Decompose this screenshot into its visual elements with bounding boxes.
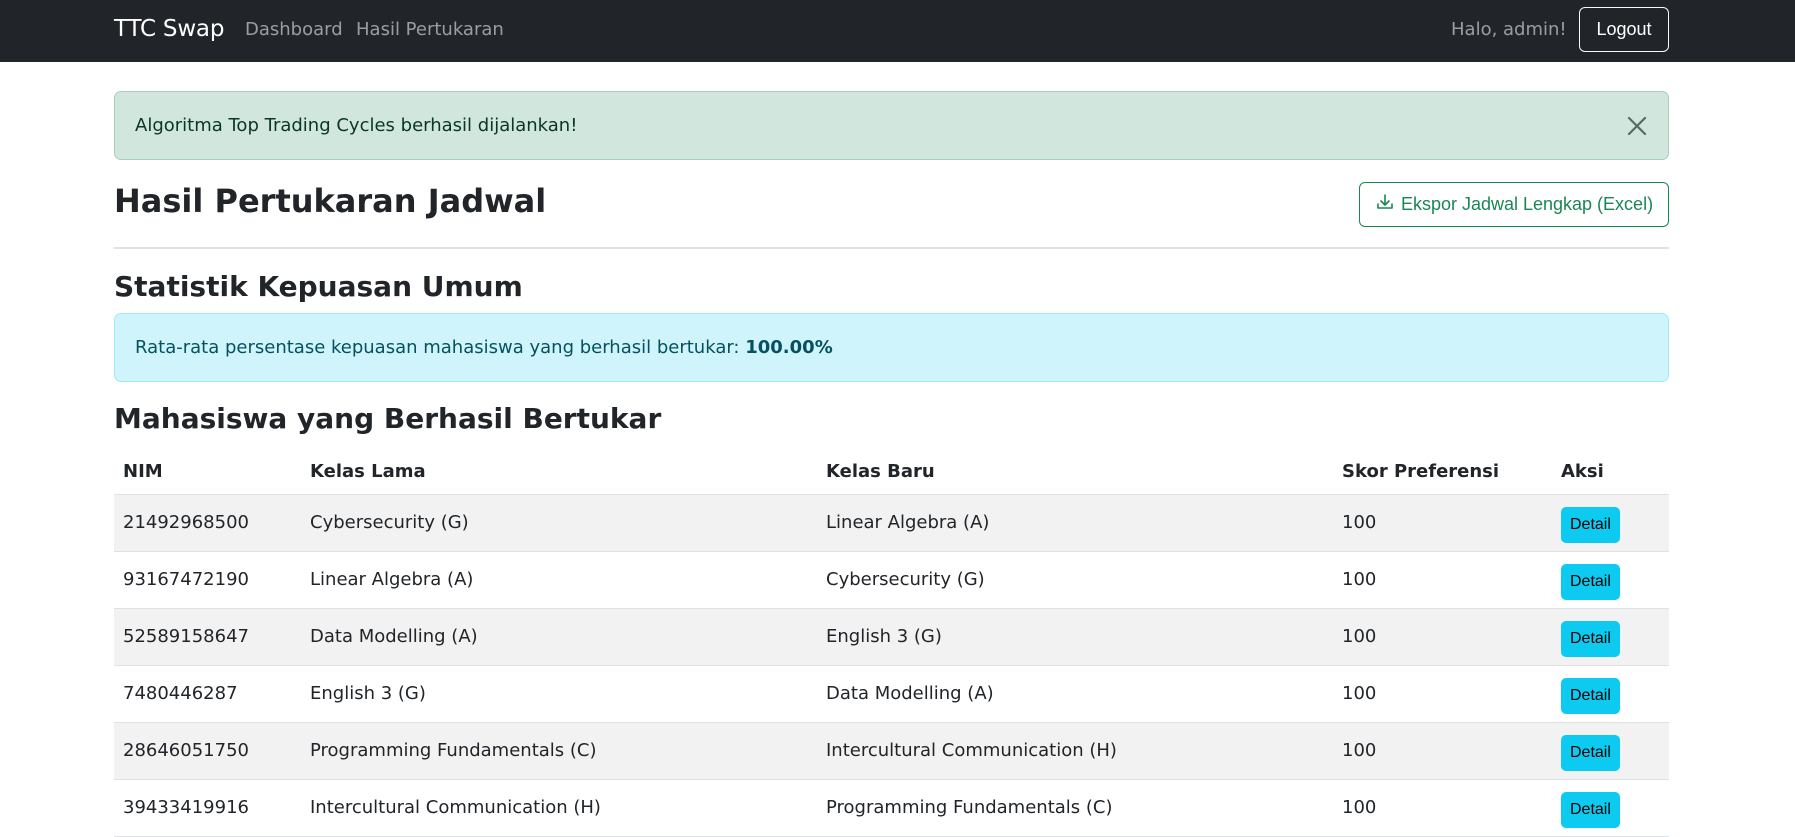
detail-button[interactable]: Detail [1561, 621, 1620, 657]
cell-skor: 100 [1333, 608, 1552, 666]
column-header-nim: NIM [114, 450, 301, 495]
cell-nim: 28646051750 [114, 722, 301, 780]
nav-link-dashboard[interactable]: Dashboard [245, 19, 343, 40]
cell-kelas-baru: Cybersecurity (G) [817, 551, 1333, 609]
cell-skor: 100 [1333, 722, 1552, 780]
cell-kelas-baru: Linear Algebra (A) [817, 494, 1333, 552]
stats-info-alert: Rata-rata persentase kepuasan mahasiswa … [114, 313, 1669, 382]
cell-aksi: Detail [1552, 494, 1669, 552]
table-title: Mahasiswa yang Berhasil Bertukar [114, 402, 662, 435]
success-alert-message: Algoritma Top Trading Cycles berhasil di… [135, 115, 578, 136]
user-greeting: Halo, admin! [1451, 19, 1567, 40]
detail-button[interactable]: Detail [1561, 735, 1620, 771]
download-icon [1375, 192, 1395, 217]
stats-value: 100.00% [745, 337, 833, 358]
cell-nim: 21492968500 [114, 494, 301, 552]
stats-title: Statistik Kepuasan Umum [114, 270, 523, 303]
swap-results-table: NIM Kelas Lama Kelas Baru Skor Preferens… [114, 450, 1669, 837]
cell-kelas-lama: Cybersecurity (G) [301, 494, 817, 552]
cell-kelas-lama: Intercultural Communication (H) [301, 779, 817, 837]
column-header-kelas-baru: Kelas Baru [817, 450, 1333, 495]
export-excel-label: Ekspor Jadwal Lengkap (Excel) [1400, 194, 1654, 214]
column-header-skor: Skor Preferensi [1333, 450, 1552, 495]
table-row: 39433419916 Intercultural Communication … [114, 779, 1669, 837]
cell-skor: 100 [1333, 551, 1552, 609]
logout-button[interactable]: Logout [1579, 7, 1669, 52]
cell-nim: 39433419916 [114, 779, 301, 837]
stats-info-message: Rata-rata persentase kepuasan mahasiswa … [135, 337, 833, 358]
detail-button[interactable]: Detail [1561, 507, 1620, 543]
stats-text: Rata-rata persentase kepuasan mahasiswa … [135, 337, 740, 358]
cell-kelas-lama: English 3 (G) [301, 665, 817, 723]
table-row: 28646051750 Programming Fundamentals (C)… [114, 722, 1669, 780]
cell-skor: 100 [1333, 779, 1552, 837]
cell-kelas-baru: Intercultural Communication (H) [817, 722, 1333, 780]
cell-skor: 100 [1333, 494, 1552, 552]
cell-kelas-lama: Linear Algebra (A) [301, 551, 817, 609]
cell-aksi: Detail [1552, 722, 1669, 780]
cell-kelas-baru: English 3 (G) [817, 608, 1333, 666]
detail-button[interactable]: Detail [1561, 564, 1620, 600]
cell-aksi: Detail [1552, 779, 1669, 837]
cell-kelas-baru: Programming Fundamentals (C) [817, 779, 1333, 837]
table-row: 52589158647 Data Modelling (A) English 3… [114, 608, 1669, 666]
divider [114, 247, 1669, 249]
detail-button[interactable]: Detail [1561, 678, 1620, 714]
cell-aksi: Detail [1552, 551, 1669, 609]
success-alert: Algoritma Top Trading Cycles berhasil di… [114, 91, 1669, 160]
cell-nim: 7480446287 [114, 665, 301, 723]
cell-aksi: Detail [1552, 665, 1669, 723]
nav-link-hasil-pertukaran[interactable]: Hasil Pertukaran [356, 19, 504, 40]
detail-button[interactable]: Detail [1561, 792, 1620, 828]
brand-link[interactable]: TTC Swap [114, 16, 224, 42]
cell-kelas-lama: Programming Fundamentals (C) [301, 722, 817, 780]
table-row: 7480446287 English 3 (G) Data Modelling … [114, 665, 1669, 723]
top-navbar: TTC Swap Dashboard Hasil Pertukaran Halo… [0, 0, 1795, 62]
export-excel-button[interactable]: Ekspor Jadwal Lengkap (Excel) [1359, 182, 1669, 227]
table-row: 93167472190 Linear Algebra (A) Cybersecu… [114, 551, 1669, 609]
column-header-aksi: Aksi [1552, 450, 1669, 495]
cell-kelas-baru: Data Modelling (A) [817, 665, 1333, 723]
cell-skor: 100 [1333, 665, 1552, 723]
table-header-row: NIM Kelas Lama Kelas Baru Skor Preferens… [114, 450, 1669, 495]
page-title: Hasil Pertukaran Jadwal [114, 182, 547, 220]
cell-kelas-lama: Data Modelling (A) [301, 608, 817, 666]
table-row: 21492968500 Cybersecurity (G) Linear Alg… [114, 494, 1669, 552]
cell-nim: 93167472190 [114, 551, 301, 609]
column-header-kelas-lama: Kelas Lama [301, 450, 817, 495]
close-icon[interactable] [1624, 113, 1650, 139]
cell-aksi: Detail [1552, 608, 1669, 666]
cell-nim: 52589158647 [114, 608, 301, 666]
